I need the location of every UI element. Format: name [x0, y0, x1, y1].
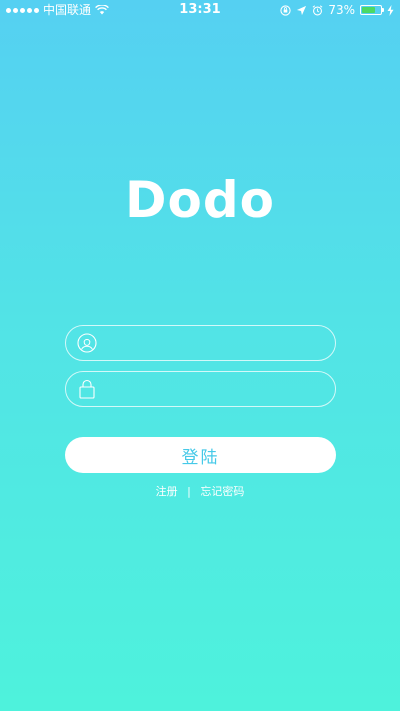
- location-arrow-icon: [297, 5, 307, 15]
- lock-icon: [76, 378, 98, 400]
- status-right: 73%: [280, 0, 394, 20]
- username-input[interactable]: [106, 328, 321, 358]
- battery-percentage: 73%: [328, 3, 355, 17]
- forgot-password-link[interactable]: 忘记密码: [200, 485, 244, 498]
- link-separator: |: [187, 485, 191, 498]
- alarm-icon: [312, 4, 323, 15]
- login-button[interactable]: 登陆: [65, 437, 336, 473]
- user-icon: [76, 332, 98, 354]
- register-link[interactable]: 注册: [156, 485, 178, 498]
- charging-bolt-icon: [387, 4, 394, 16]
- password-input[interactable]: [106, 374, 321, 404]
- auth-links: 注册 | 忘记密码: [0, 484, 400, 500]
- status-bar: 中国联通 13:31 73%: [0, 0, 400, 20]
- password-field[interactable]: [65, 371, 336, 407]
- username-field[interactable]: [65, 325, 336, 361]
- app-logo: Dodo: [125, 171, 275, 229]
- battery-icon: [360, 5, 384, 15]
- rotation-lock-icon: [280, 4, 291, 16]
